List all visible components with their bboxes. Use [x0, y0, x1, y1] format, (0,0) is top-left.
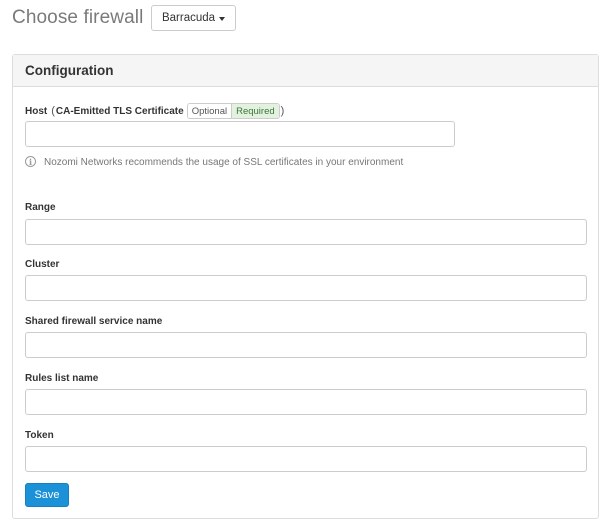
host-help: i Nozomi Networks recommends the usage o…	[25, 155, 404, 170]
host-label-row: Host ( CA-Emitted TLS Certificate Option…	[25, 103, 285, 119]
range-input[interactable]	[25, 219, 587, 245]
page-title: Choose firewall	[12, 7, 144, 28]
range-label: Range	[25, 202, 56, 213]
info-icon: i	[25, 156, 36, 167]
token-input[interactable]	[25, 446, 587, 472]
host-input[interactable]	[25, 121, 455, 147]
panel-title: Configuration	[25, 63, 114, 78]
rules-list-label: Rules list name	[25, 373, 99, 384]
cert-label: CA-Emitted TLS Certificate	[55, 105, 184, 117]
cert-optional-button[interactable]: Optional	[187, 104, 233, 118]
save-button[interactable]: Save	[25, 483, 69, 507]
shared-service-input[interactable]	[25, 332, 587, 358]
page-header: Choose firewall	[12, 5, 143, 31]
host-label: Host	[25, 105, 48, 117]
host-help-text: Nozomi Networks recommends the usage of …	[44, 157, 404, 168]
cluster-input[interactable]	[25, 275, 587, 301]
rules-list-input[interactable]	[25, 389, 587, 415]
shared-service-label: Shared firewall service name	[25, 316, 163, 327]
firewall-dropdown-value: Barracuda	[161, 12, 216, 24]
cluster-label: Cluster	[25, 259, 60, 270]
paren-close: )	[280, 105, 285, 117]
cert-required-button[interactable]: Required	[232, 104, 279, 118]
firewall-dropdown[interactable]: Barracuda	[151, 5, 236, 31]
caret-down-icon	[219, 16, 226, 21]
cert-toggle: Optional Required	[186, 103, 280, 119]
configuration-panel: Configuration Host ( CA-Emitted TLS Cert…	[12, 54, 599, 519]
token-label: Token	[25, 430, 54, 441]
panel-heading: Configuration	[13, 55, 598, 87]
paren-open: (	[51, 105, 55, 117]
